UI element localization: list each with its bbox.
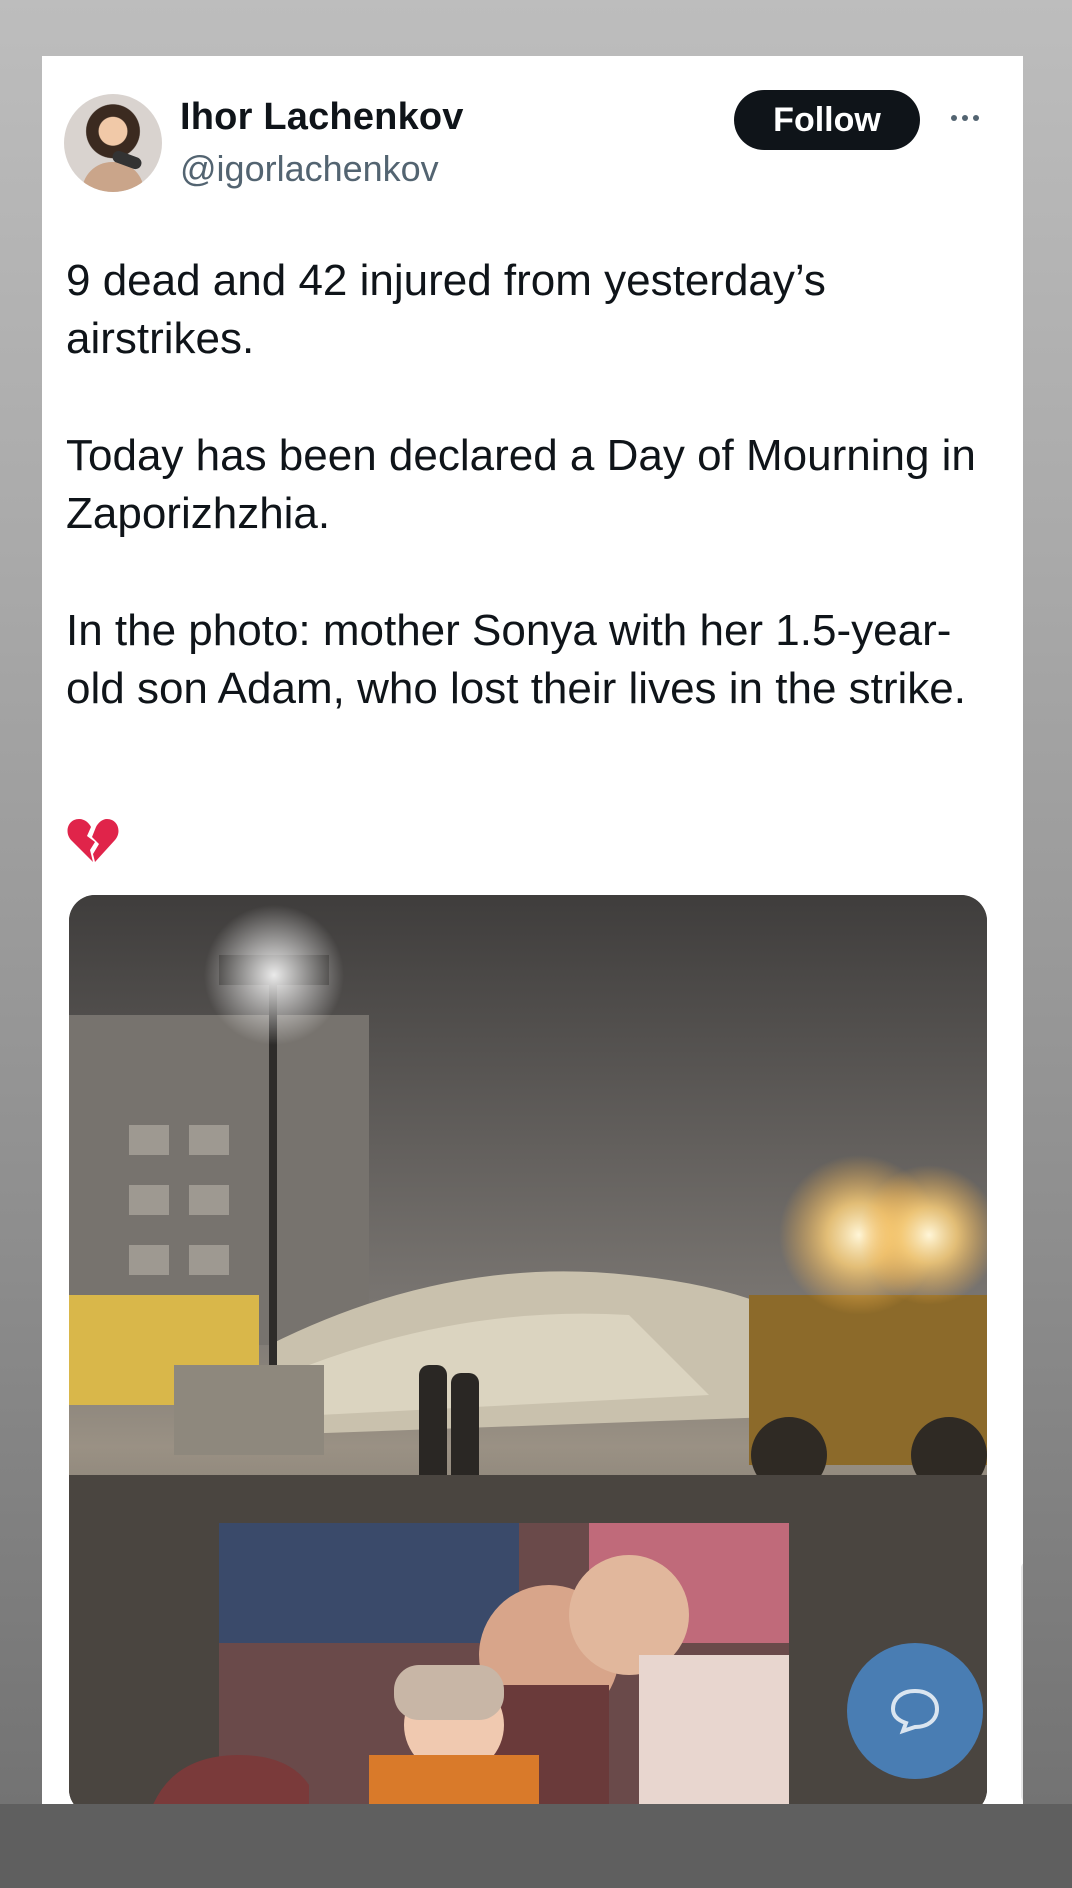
tweet-paragraph-3: In the photo: mother Sonya with her 1.5-… — [66, 606, 966, 713]
follow-button[interactable]: Follow — [734, 90, 920, 150]
author-handle[interactable]: @igorlachenkov — [180, 148, 439, 190]
scrollbar[interactable] — [1021, 1562, 1023, 1802]
rescue-scene-photo — [69, 895, 987, 1804]
tweet-paragraph-2: Today has been declared a Day of Mournin… — [66, 431, 976, 538]
more-options-icon[interactable] — [940, 98, 990, 138]
chat-bubble-icon[interactable] — [847, 1643, 983, 1779]
author-avatar[interactable] — [64, 94, 162, 192]
bottom-bar — [0, 1804, 1072, 1888]
broken-heart-icon — [67, 819, 119, 862]
tweet-paragraph-1: 9 dead and 42 injured from yesterday’s a… — [66, 256, 826, 363]
tweet-card: Ihor Lachenkov @igorlachenkov Follow 9 d… — [42, 56, 1023, 1804]
author-name[interactable]: Ihor Lachenkov — [180, 96, 464, 139]
tweet-photo[interactable] — [69, 895, 987, 1804]
